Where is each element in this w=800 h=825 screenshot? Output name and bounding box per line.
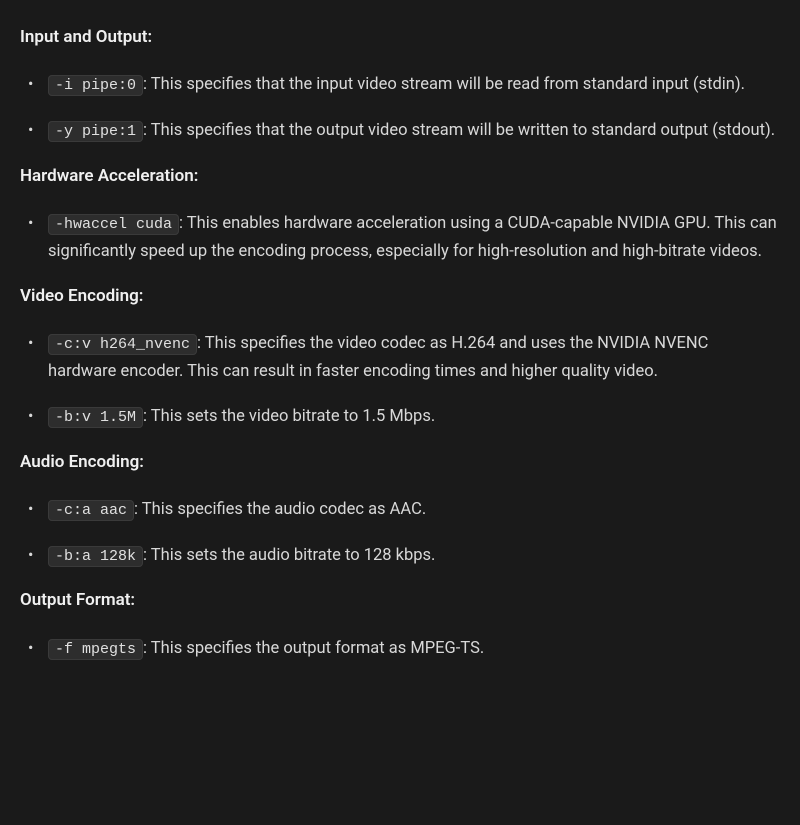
list-item: -y pipe:1: This specifies that the outpu… xyxy=(20,117,780,145)
item-description: : This specifies the audio codec as AAC. xyxy=(134,500,426,519)
section-list: -f mpegts: This specifies the output for… xyxy=(20,635,780,663)
item-description: : This specifies that the output video s… xyxy=(143,121,775,140)
code-snippet: -c:v h264_nvenc xyxy=(48,334,197,355)
item-description: : This sets the video bitrate to 1.5 Mbp… xyxy=(143,407,435,426)
list-item: -b:v 1.5M: This sets the video bitrate t… xyxy=(20,403,780,431)
document-content: Input and Output: -i pipe:0: This specif… xyxy=(20,24,780,662)
list-item: -b:a 128k: This sets the audio bitrate t… xyxy=(20,542,780,570)
list-item: -f mpegts: This specifies the output for… xyxy=(20,635,780,663)
section-list: -c:v h264_nvenc: This specifies the vide… xyxy=(20,330,780,431)
item-description: : This specifies that the input video st… xyxy=(143,75,745,94)
code-snippet: -b:a 128k xyxy=(48,546,143,567)
section-heading-hardware-acceleration: Hardware Acceleration: xyxy=(20,163,780,190)
section-heading-audio-encoding: Audio Encoding: xyxy=(20,449,780,476)
section-list: -hwaccel cuda: This enables hardware acc… xyxy=(20,210,780,265)
list-item: -i pipe:0: This specifies that the input… xyxy=(20,71,780,99)
section-list: -i pipe:0: This specifies that the input… xyxy=(20,71,780,145)
item-description: : This specifies the output format as MP… xyxy=(143,639,484,658)
code-snippet: -f mpegts xyxy=(48,639,143,660)
section-list: -c:a aac: This specifies the audio codec… xyxy=(20,496,780,570)
section-heading-video-encoding: Video Encoding: xyxy=(20,283,780,310)
list-item: -c:v h264_nvenc: This specifies the vide… xyxy=(20,330,780,385)
code-snippet: -b:v 1.5M xyxy=(48,407,143,428)
list-item: -hwaccel cuda: This enables hardware acc… xyxy=(20,210,780,265)
code-snippet: -c:a aac xyxy=(48,500,134,521)
code-snippet: -hwaccel cuda xyxy=(48,214,179,235)
item-description: : This sets the audio bitrate to 128 kbp… xyxy=(143,546,435,565)
section-heading-input-output: Input and Output: xyxy=(20,24,780,51)
code-snippet: -y pipe:1 xyxy=(48,121,143,142)
list-item: -c:a aac: This specifies the audio codec… xyxy=(20,496,780,524)
section-heading-output-format: Output Format: xyxy=(20,587,780,614)
code-snippet: -i pipe:0 xyxy=(48,75,143,96)
